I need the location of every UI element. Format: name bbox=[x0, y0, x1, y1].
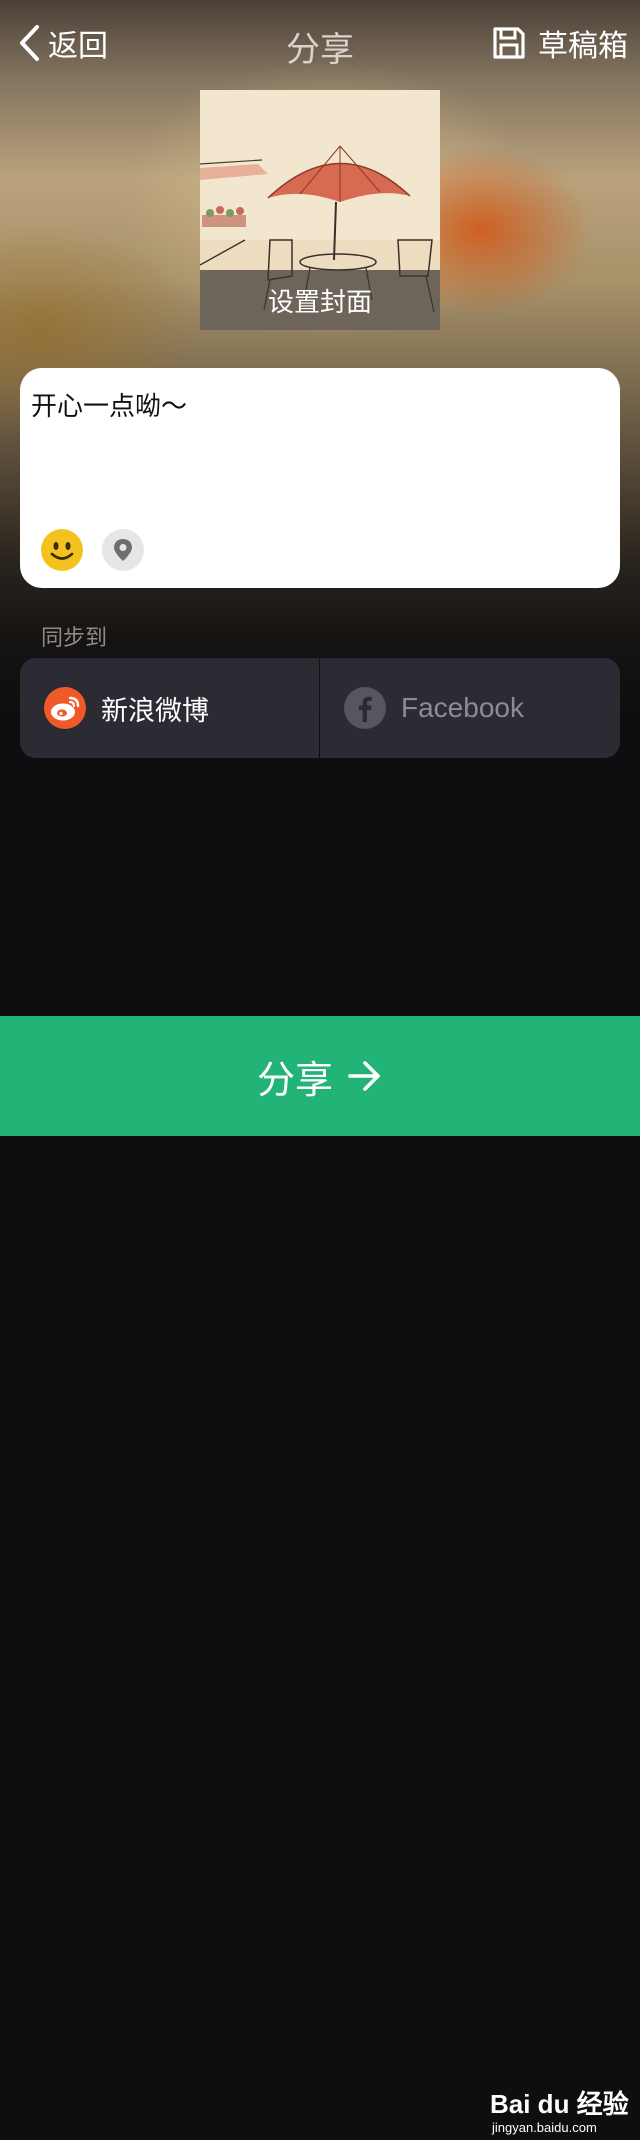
weibo-icon bbox=[44, 687, 86, 729]
sync-weibo-toggle[interactable]: 新浪微博 bbox=[20, 658, 319, 758]
share-button[interactable]: 分享 bbox=[0, 1016, 640, 1136]
drafts-label: 草稿箱 bbox=[538, 29, 628, 64]
sync-options: 新浪微博 Facebook bbox=[20, 658, 620, 758]
arrow-right-icon bbox=[348, 1061, 380, 1091]
location-pin-icon bbox=[114, 539, 132, 561]
drafts-button[interactable]: 草稿箱 bbox=[492, 22, 628, 64]
compose-textarea[interactable]: 开心一点呦～ bbox=[31, 386, 187, 423]
smiley-icon bbox=[50, 542, 74, 560]
set-cover-label: 设置封面 bbox=[200, 270, 440, 330]
watermark-url: jingyan.baidu.com bbox=[492, 2120, 597, 2135]
facebook-icon bbox=[344, 687, 386, 729]
floppy-disk-icon bbox=[493, 27, 525, 59]
cover-image[interactable]: 设置封面 bbox=[200, 90, 440, 330]
sync-to-label: 同步到 bbox=[41, 626, 108, 651]
facebook-label: Facebook bbox=[401, 692, 524, 723]
weibo-label: 新浪微博 bbox=[101, 695, 209, 727]
baidu-jingyan-watermark: Bai du 经验 jingyan.baidu.com bbox=[490, 2080, 630, 2140]
watermark-brand: Bai du 经验 bbox=[490, 2089, 629, 2119]
nav-bar: 返回 分享 草稿箱 bbox=[0, 0, 640, 88]
share-label: 分享 bbox=[256, 1057, 333, 1102]
emoji-button[interactable] bbox=[41, 529, 83, 571]
compose-card: 开心一点呦～ bbox=[20, 368, 620, 588]
location-button[interactable] bbox=[102, 529, 144, 571]
share-bar: 分享 Bai du 经验 jingyan.baidu.com bbox=[0, 1016, 640, 2135]
sync-facebook-toggle[interactable]: Facebook bbox=[320, 658, 620, 758]
